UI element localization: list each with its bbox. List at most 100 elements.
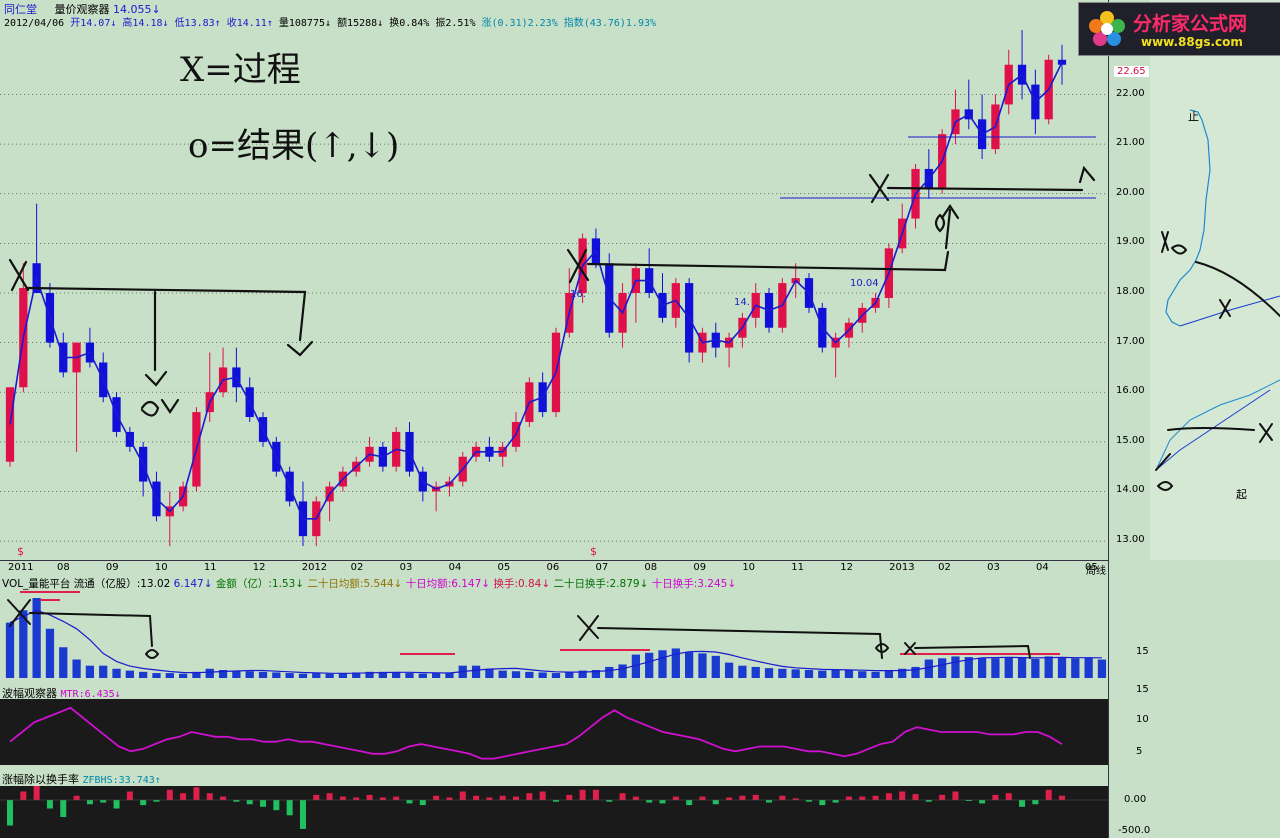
legend-o-annotation: o=结果(↑,↓) (188, 126, 400, 166)
mtr-axis-tick: 15 (1136, 684, 1149, 695)
volume-bar (258, 671, 268, 678)
zfbhs-bar (992, 794, 999, 800)
zfbhs-bar (393, 796, 400, 800)
volume-bar (418, 673, 427, 678)
quote-index: 指数(43.76)1.93% (563, 18, 657, 29)
zfbhs-bar (246, 800, 253, 805)
volume-bar (645, 652, 654, 678)
volume-bar (125, 670, 134, 678)
x-tick-label: 12 (840, 562, 853, 573)
zfbhs-bar (86, 800, 93, 805)
volume-bar (685, 652, 694, 678)
annotation-stroke (140, 398, 180, 417)
annotation-stroke (934, 204, 960, 250)
zfbhs-panel-header: 涨幅除以换手率 ZFBHS:33.743↑ (2, 771, 161, 787)
quote-high: 高14.18↓ (122, 18, 169, 29)
volume-bar (924, 659, 933, 678)
zfbhs-bar (473, 795, 480, 800)
x-tick-label: 04 (448, 562, 462, 573)
x-axis: 2011 08 09 10 11 12 2012 02 03 04 05 06 07 08 09 10 11 12… (0, 560, 1108, 577)
zfbhs-bar (899, 791, 906, 800)
price-label: 16. (570, 289, 586, 300)
mini-bottom-label: 起 (1236, 488, 1247, 501)
x-tick-label: 10 (742, 562, 756, 573)
zfbhs-bar (726, 797, 733, 800)
volume-bar (711, 655, 720, 678)
volume-bar (232, 670, 241, 678)
flower-logo-icon (1087, 9, 1127, 49)
zfbhs-bar (659, 800, 666, 804)
x-tick-label: 2012 (301, 562, 328, 573)
zfbhs-bar (766, 800, 773, 803)
price-axis (1108, 0, 1151, 838)
volume-bar (45, 628, 55, 678)
volume-bar (751, 666, 760, 678)
volume-bar (791, 669, 800, 678)
site-logo[interactable]: 分析家公式网 www.88gs.com (1078, 2, 1280, 56)
zfbhs-bar (286, 800, 293, 816)
zfbhs-bar (859, 796, 866, 800)
price-label: 14. (734, 297, 750, 308)
volume-bar (844, 670, 854, 678)
volume-bar (298, 673, 308, 678)
zfbhs-bar (672, 796, 679, 800)
y-tick-label: 13.00 (1116, 534, 1145, 546)
zfbhs-bar (752, 794, 759, 800)
zfbhs-chart[interactable] (0, 786, 1108, 838)
current-price-tag: 22.65 (1114, 66, 1149, 77)
mini-trend-chart (1150, 0, 1280, 560)
volume-bar (285, 673, 294, 678)
mtr-axis-tick: 10 (1136, 714, 1149, 725)
x-tick-label: 2011 (8, 562, 34, 573)
event-marker: $ (17, 545, 24, 558)
quote-amplitude: 振2.51% (435, 18, 476, 29)
zfbhs-bar (100, 800, 107, 803)
volume-bar (511, 671, 521, 678)
mtr-chart[interactable] (0, 699, 1108, 765)
zfbhs-bar (779, 795, 786, 800)
x-tick-label: 11 (791, 562, 804, 573)
price-chart[interactable]: $ $ (0, 0, 1108, 578)
zfbhs-bar (845, 796, 852, 800)
volume-bar (764, 668, 774, 678)
volume-chart[interactable] (0, 588, 1108, 684)
volume-bar (139, 671, 148, 678)
annotation-stroke (144, 290, 168, 387)
zfbhs-bar (313, 794, 320, 800)
volume-bar (605, 666, 614, 678)
volume-bar (165, 673, 174, 678)
vol-axis-tick: 15 (1136, 646, 1149, 657)
volume-bar (804, 670, 814, 678)
zfbhs-bar (632, 796, 639, 800)
volume-bar (312, 673, 321, 678)
zfbhs-bar (379, 797, 386, 800)
y-tick-label: 14.00 (1116, 484, 1145, 496)
volume-bar (551, 673, 561, 678)
x-tick-label: 10 (154, 562, 168, 573)
logo-url: www.88gs.com (1141, 35, 1243, 49)
zfbhs-bar (499, 795, 506, 800)
x-tick-label: 02 (938, 562, 951, 573)
volume-bar (1071, 658, 1080, 678)
x-tick-label: 08 (56, 562, 70, 573)
quote-change: 涨(0.31)2.23% (481, 18, 558, 29)
x-tick-label: 05 (497, 562, 511, 573)
zfbhs-bar (366, 794, 373, 800)
volume-bar (1097, 659, 1107, 678)
zfbhs-bar (220, 796, 227, 800)
volume-bar (525, 671, 534, 678)
volume-bar (538, 672, 547, 678)
quote-date: 2012/04/06 (4, 18, 65, 29)
legend-x-annotation: X=过程 (180, 50, 301, 90)
zfbhs-bar (406, 800, 413, 804)
volume-bar (831, 669, 840, 678)
x-tick-label: 03 (987, 562, 1000, 573)
event-marker: $ (590, 545, 597, 558)
zfbhs-bar (433, 795, 440, 800)
zfbhs-bar (686, 800, 693, 806)
x-tick-label: 07 (595, 562, 609, 573)
volume-bar (59, 647, 68, 678)
volume-bar (1004, 657, 1013, 678)
volume-bar (938, 658, 947, 678)
y-tick-label: 16.00 (1116, 385, 1145, 397)
